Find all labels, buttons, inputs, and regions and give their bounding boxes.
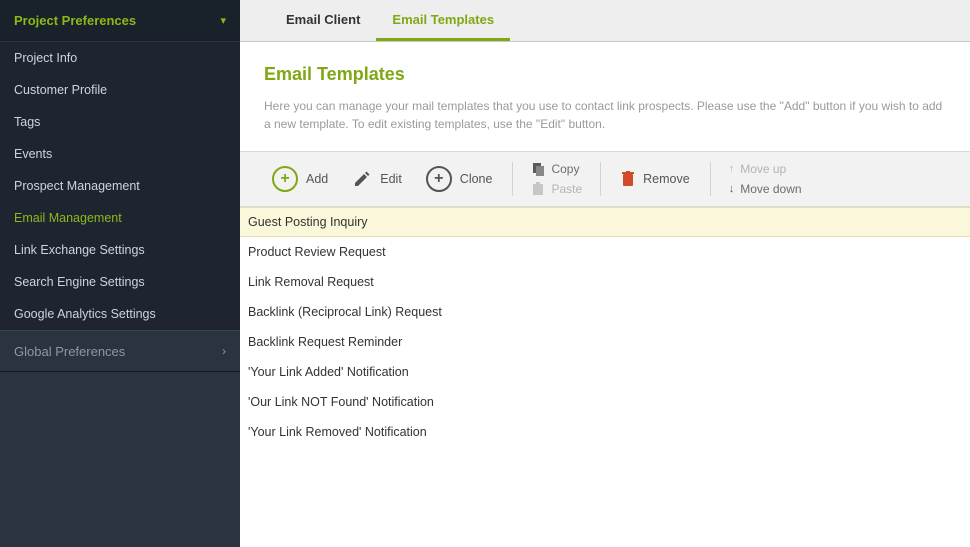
- tab-label: Email Templates: [392, 12, 494, 27]
- template-row[interactable]: 'Your Link Added' Notification: [240, 357, 970, 387]
- move-down-button[interactable]: ↓ Move down: [729, 182, 802, 196]
- tab[interactable]: Email Client: [270, 0, 376, 41]
- copy-button[interactable]: Copy: [531, 162, 582, 176]
- clone-button[interactable]: + Clone: [414, 152, 505, 206]
- move-up-button: ↑ Move up: [729, 162, 802, 176]
- sidebar-item-label: Prospect Management: [14, 179, 140, 193]
- template-name: 'Our Link NOT Found' Notification: [248, 395, 434, 409]
- sidebar-item[interactable]: Link Exchange Settings: [0, 234, 240, 266]
- sidebar-header[interactable]: Project Preferences ▾: [0, 0, 240, 42]
- template-row[interactable]: Backlink (Reciprocal Link) Request: [240, 297, 970, 327]
- template-list: Guest Posting Inquiry Product Review Requ…: [240, 207, 970, 447]
- tab-label: Email Client: [286, 12, 360, 27]
- sidebar-item-label: Search Engine Settings: [14, 275, 145, 289]
- page-header: Email Templates Here you can manage your…: [240, 42, 970, 151]
- toolbar-divider: [710, 162, 711, 196]
- template-row[interactable]: 'Our Link NOT Found' Notification: [240, 387, 970, 417]
- sidebar-item[interactable]: Tags: [0, 106, 240, 138]
- template-row[interactable]: Product Review Request: [240, 237, 970, 267]
- template-row[interactable]: Link Removal Request: [240, 267, 970, 297]
- toolbar: + Add Edit + Clone Copy: [240, 151, 970, 207]
- remove-button[interactable]: Remove: [609, 152, 702, 206]
- sidebar-item[interactable]: Prospect Management: [0, 170, 240, 202]
- tabs: Email Client Email Templates: [240, 0, 970, 42]
- sidebar-item-label: Project Info: [14, 51, 77, 65]
- add-icon: +: [272, 166, 298, 192]
- sidebar-item[interactable]: Customer Profile: [0, 74, 240, 106]
- template-row[interactable]: Backlink Request Reminder: [240, 327, 970, 357]
- edit-button[interactable]: Edit: [340, 152, 414, 206]
- template-name: 'Your Link Removed' Notification: [248, 425, 427, 439]
- add-button[interactable]: + Add: [260, 152, 340, 206]
- clone-icon: +: [426, 166, 452, 192]
- tab[interactable]: Email Templates: [376, 0, 510, 41]
- chevron-right-icon: ›: [222, 344, 226, 358]
- toolbar-divider: [512, 162, 513, 196]
- sidebar-item-label: Google Analytics Settings: [14, 307, 156, 321]
- sidebar-item[interactable]: Email Management: [0, 202, 240, 234]
- sidebar-fill: [0, 372, 240, 547]
- sidebar-item[interactable]: Google Analytics Settings: [0, 298, 240, 330]
- sidebar-item[interactable]: Events: [0, 138, 240, 170]
- sidebar-header-title: Project Preferences: [14, 13, 136, 28]
- arrow-down-icon: ↓: [729, 183, 735, 195]
- template-row[interactable]: 'Your Link Removed' Notification: [240, 417, 970, 447]
- move-down-label: Move down: [740, 182, 801, 196]
- template-name: Product Review Request: [248, 245, 386, 259]
- clone-label: Clone: [460, 172, 493, 186]
- page-title: Email Templates: [264, 64, 946, 85]
- chevron-down-icon: ▾: [220, 14, 226, 27]
- sidebar-global-preferences[interactable]: Global Preferences ›: [0, 330, 240, 372]
- main: Email Client Email Templates Email Templa…: [240, 0, 970, 547]
- sidebar-item-label: Customer Profile: [14, 83, 107, 97]
- sidebar-item-label: Events: [14, 147, 52, 161]
- sidebar: Project Preferences ▾ Project Info Custom…: [0, 0, 240, 547]
- add-label: Add: [306, 172, 328, 186]
- sidebar-item-label: Link Exchange Settings: [14, 243, 145, 257]
- sidebar-global-label: Global Preferences: [14, 344, 125, 359]
- paste-icon: [531, 182, 545, 196]
- sidebar-item[interactable]: Project Info: [0, 42, 240, 74]
- template-name: 'Your Link Added' Notification: [248, 365, 409, 379]
- sidebar-item-label: Email Management: [14, 211, 122, 225]
- edit-icon: [352, 169, 372, 189]
- template-name: Guest Posting Inquiry: [248, 215, 368, 229]
- paste-label: Paste: [551, 182, 582, 196]
- arrow-up-icon: ↑: [729, 163, 735, 175]
- toolbar-divider: [600, 162, 601, 196]
- template-name: Link Removal Request: [248, 275, 374, 289]
- page-description: Here you can manage your mail templates …: [264, 97, 946, 133]
- template-name: Backlink (Reciprocal Link) Request: [248, 305, 442, 319]
- sidebar-item-label: Tags: [14, 115, 40, 129]
- template-name: Backlink Request Reminder: [248, 335, 402, 349]
- template-row[interactable]: Guest Posting Inquiry: [240, 207, 970, 237]
- remove-label: Remove: [643, 172, 690, 186]
- copy-label: Copy: [551, 162, 579, 176]
- edit-label: Edit: [380, 172, 402, 186]
- copy-icon: [531, 162, 545, 176]
- sidebar-item[interactable]: Search Engine Settings: [0, 266, 240, 298]
- remove-icon: [621, 171, 635, 187]
- paste-button: Paste: [531, 182, 582, 196]
- move-up-label: Move up: [740, 162, 786, 176]
